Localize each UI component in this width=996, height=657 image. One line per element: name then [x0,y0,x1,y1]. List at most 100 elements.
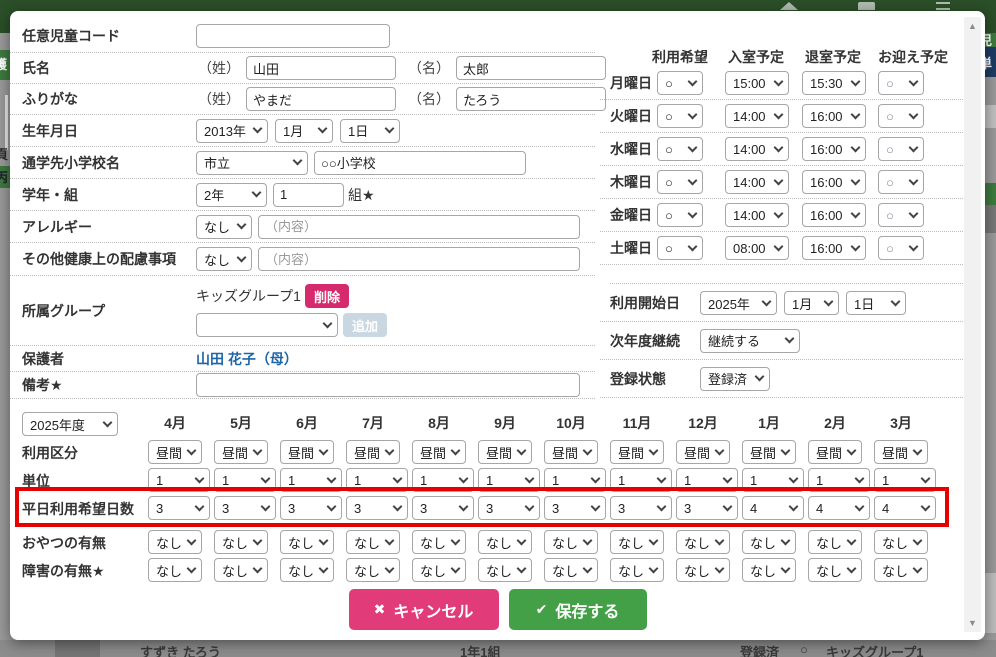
school-name-input[interactable] [314,151,526,175]
kubun-select[interactable]: 昼間 [544,440,598,464]
kubun-select[interactable]: 昼間 [412,440,466,464]
chevron-down-icon [824,296,834,306]
exit-time-select[interactable]: 16:00 [802,236,866,260]
oyatsu-select[interactable]: なし [478,530,532,554]
wish-select[interactable]: ○ [657,236,703,260]
status-select[interactable]: 登録済 [700,367,770,391]
wish-select[interactable]: ○ [657,203,703,227]
wish-select[interactable]: ○ [657,104,703,128]
oyatsu-select[interactable]: なし [544,530,598,554]
wish-select[interactable]: ○ [657,170,703,194]
birth-day-select[interactable]: 1日 [340,119,400,143]
bg-row-name: すずき たろう [140,642,221,657]
exit-time-select[interactable]: 15:30 [802,71,866,95]
guardian-link[interactable]: 山田 花子（母） [196,349,298,369]
shogai-select[interactable]: なし [808,558,862,582]
fiscal-year-select[interactable]: 2025年度 [22,412,118,436]
name-sei-input[interactable] [246,56,396,80]
oyatsu-select[interactable]: なし [280,530,334,554]
kana-mei-input[interactable] [456,87,606,111]
shogai-select[interactable]: なし [148,558,202,582]
kana-sei-input[interactable] [246,87,396,111]
kubun-select[interactable]: 昼間 [742,440,796,464]
shogai-select[interactable]: なし [280,558,334,582]
entry-time-select[interactable]: 14:00 [725,104,789,128]
kubun-select[interactable]: 昼間 [280,440,334,464]
pickup-select[interactable]: ○ [878,104,924,128]
day-label: 月曜日 [610,73,655,93]
shogai-select[interactable]: なし [742,558,796,582]
shogai-select[interactable]: なし [544,558,598,582]
pickup-select[interactable]: ○ [878,170,924,194]
pickup-select[interactable]: ○ [878,71,924,95]
entry-time-select[interactable]: 15:00 [725,71,789,95]
save-button[interactable]: ✔ 保存する [509,589,647,630]
school-type-select[interactable]: 市立 [196,151,308,175]
kubun-select[interactable]: 昼間 [676,440,730,464]
oyatsu-select[interactable]: なし [742,530,796,554]
oyatsu-select[interactable]: なし [808,530,862,554]
allergy-detail-input[interactable] [258,215,580,239]
exit-time-select[interactable]: 16:00 [802,170,866,194]
chevron-down-icon [517,445,527,455]
oyatsu-select[interactable]: なし [676,530,730,554]
group-delete-button[interactable]: 削除 [305,284,349,308]
pickup-select[interactable]: ○ [878,203,924,227]
scroll-down-arrow[interactable]: ▼ [964,616,981,630]
note-input[interactable] [196,373,580,397]
shogai-select[interactable]: なし [214,558,268,582]
group-add-select[interactable] [196,313,338,337]
scroll-up-arrow[interactable]: ▲ [964,19,981,33]
kubun-select[interactable]: 昼間 [808,440,862,464]
entry-time-select[interactable]: 14:00 [725,170,789,194]
health-select[interactable]: なし [196,247,252,271]
start-day-select[interactable]: 1日 [846,291,906,315]
entry-time-select[interactable]: 14:00 [725,137,789,161]
kubun-select[interactable]: 昼間 [610,440,664,464]
entry-time-select[interactable]: 14:00 [725,203,789,227]
pickup-select[interactable]: ○ [878,236,924,260]
grade-select[interactable]: 2年 [196,183,267,207]
next-year-select[interactable]: 継続する [700,329,800,353]
shogai-select[interactable]: なし [478,558,532,582]
child-code-input[interactable] [196,24,390,48]
kubun-select[interactable]: 昼間 [874,440,928,464]
exit-time-select[interactable]: 16:00 [802,104,866,128]
oyatsu-select[interactable]: なし [610,530,664,554]
start-month-select[interactable]: 1月 [784,291,839,315]
kubun-select[interactable]: 昼間 [148,440,202,464]
start-year-select[interactable]: 2025年 [700,291,777,315]
pickup-select[interactable]: ○ [878,137,924,161]
modal-scrollbar[interactable]: ▲ ▼ [964,17,981,632]
group-add-button[interactable]: 追加 [343,313,387,337]
shogai-select[interactable]: なし [874,558,928,582]
wish-select[interactable]: ○ [657,137,703,161]
exit-time-select[interactable]: 16:00 [802,137,866,161]
month-header: 12月 [676,413,730,433]
birth-year-select[interactable]: 2013年 [196,119,268,143]
chevron-down-icon [715,563,725,573]
sei-label: （姓） [198,58,240,78]
kubun-select[interactable]: 昼間 [214,440,268,464]
kubun-select[interactable]: 昼間 [346,440,400,464]
oyatsu-select[interactable]: なし [148,530,202,554]
oyatsu-select[interactable]: なし [412,530,466,554]
class-input[interactable] [273,183,344,207]
oyatsu-select[interactable]: なし [214,530,268,554]
chevron-down-icon [913,535,923,545]
name-mei-input[interactable] [456,56,606,80]
entry-time-select[interactable]: 08:00 [725,236,789,260]
birth-month-select[interactable]: 1月 [275,119,333,143]
allergy-select[interactable]: なし [196,215,252,239]
oyatsu-select[interactable]: なし [874,530,928,554]
shogai-select[interactable]: なし [346,558,400,582]
shogai-select[interactable]: なし [610,558,664,582]
kubun-select[interactable]: 昼間 [478,440,532,464]
health-detail-input[interactable] [258,247,580,271]
exit-time-select[interactable]: 16:00 [802,203,866,227]
oyatsu-select[interactable]: なし [346,530,400,554]
wish-select[interactable]: ○ [657,71,703,95]
shogai-select[interactable]: なし [676,558,730,582]
shogai-select[interactable]: なし [412,558,466,582]
cancel-button[interactable]: ✖ キャンセル [349,589,499,630]
